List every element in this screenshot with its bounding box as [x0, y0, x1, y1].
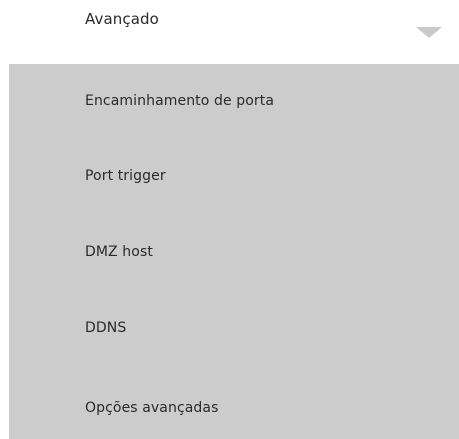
menu-item-label: DDNS [85, 320, 127, 336]
menu-item-dmz-host[interactable]: DMZ host [9, 222, 459, 282]
menu-item-label: DMZ host [85, 244, 153, 260]
menu-item-label: Port trigger [85, 168, 166, 184]
menu-item-advanced-options[interactable]: Opções avançadas [9, 378, 459, 438]
menu-item-port-trigger[interactable]: Port trigger [9, 146, 459, 206]
menu-item-label: Opções avançadas [85, 400, 219, 416]
advanced-dropdown-header[interactable]: Avançado [0, 0, 459, 64]
dropdown-title: Avançado [85, 10, 159, 28]
menu-item-label: Encaminhamento de porta [85, 93, 275, 109]
advanced-settings-menu: Avançado Encaminhamento de porta Port tr… [0, 0, 459, 439]
menu-item-ddns[interactable]: DDNS [9, 298, 459, 358]
menu-item-port-forwarding[interactable]: Encaminhamento de porta [9, 71, 459, 131]
dropdown-menu-panel: Encaminhamento de porta Port trigger DMZ… [9, 64, 459, 439]
chevron-down-icon[interactable] [416, 27, 442, 38]
